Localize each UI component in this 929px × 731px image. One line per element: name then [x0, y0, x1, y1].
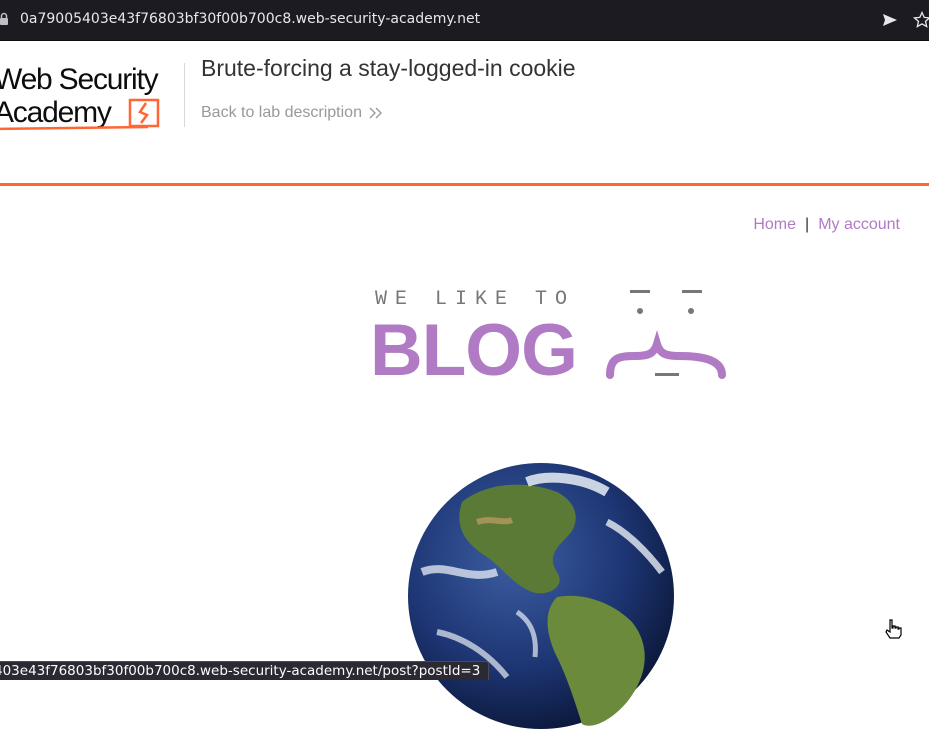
star-icon[interactable]: [913, 11, 929, 29]
earth-globe-image[interactable]: [407, 462, 676, 731]
browser-address-bar: 0a79005403e43f76803bf30f00b700c8.web-sec…: [0, 0, 929, 41]
web-security-academy-logo[interactable]: Web Security Academy: [0, 59, 186, 135]
svg-text:Academy: Academy: [0, 96, 112, 129]
site-nav: Home | My account: [753, 216, 900, 234]
url-field[interactable]: 0a79005403e43f76803bf30f00b700c8.web-sec…: [20, 11, 480, 27]
svg-text:Web Security: Web Security: [0, 63, 159, 96]
blog-tagline: WE LIKE TO: [375, 288, 575, 311]
lock-icon: [0, 12, 8, 25]
hand-cursor-icon: [885, 619, 902, 639]
logo-divider: [184, 63, 185, 127]
blog-wordmark: BLOG: [370, 310, 577, 382]
blog-logo: WE LIKE TO BLOG: [370, 288, 726, 382]
back-to-lab-description-link[interactable]: Back to lab description: [201, 104, 362, 122]
send-icon[interactable]: [882, 12, 898, 28]
lab-title: Brute-forcing a stay-logged-in cookie: [201, 55, 576, 81]
double-chevron-right-icon[interactable]: [368, 106, 384, 120]
status-bar-link-preview: 403e43f76803bf30f00b700c8.web-security-a…: [0, 661, 489, 680]
nav-separator: |: [805, 216, 810, 233]
lab-header: Web Security Academy Brute-forcing a sta…: [0, 41, 929, 186]
nav-home-link[interactable]: Home: [753, 216, 796, 233]
nav-my-account-link[interactable]: My account: [818, 216, 900, 233]
status-bar-url: 403e43f76803bf30f00b700c8.web-security-a…: [0, 663, 481, 679]
